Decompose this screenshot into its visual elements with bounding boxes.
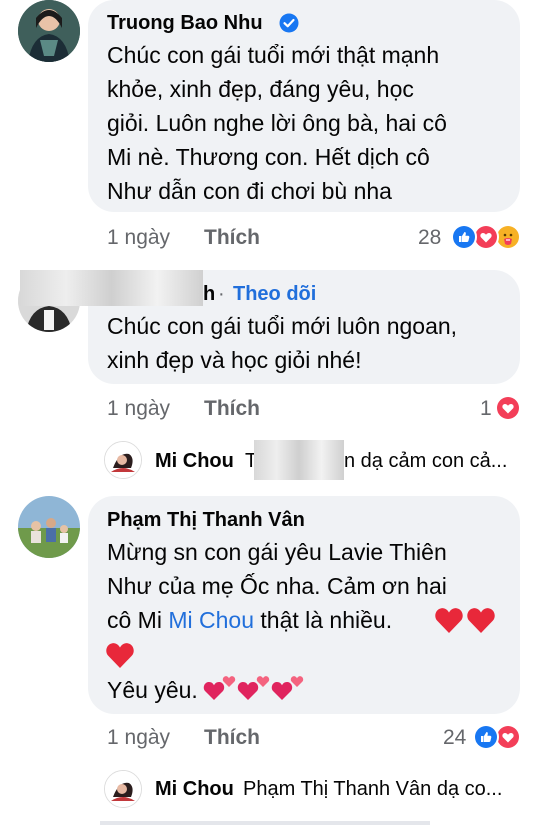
follow-button[interactable]: Theo dõi <box>233 283 316 306</box>
red-heart-emoji-icon <box>466 606 496 639</box>
comment-text-line: giỏi. Luôn nghe lời ông bà, hai cô <box>107 110 447 136</box>
two-hearts-emoji-icon <box>202 672 238 707</box>
comment-text-line: Chúc con gái tuổi mới thật mạnh <box>107 42 440 68</box>
reply-text[interactable]: Phạm Thị Thanh Vân dạ co... <box>243 778 502 801</box>
comment-text-fragment: cô Mi <box>107 607 169 633</box>
comment-author[interactable]: h <box>203 283 215 306</box>
comment-text-line: khỏe, xinh đẹp, đáng yêu, học <box>107 76 414 102</box>
separator-dot: · <box>218 283 225 305</box>
comment-text-line: Mừng sn con gái yêu Lavie Thiên <box>107 539 447 565</box>
like-button[interactable]: Thích <box>204 726 260 750</box>
reply-author[interactable]: Mi Chou <box>155 778 234 801</box>
love-icon <box>495 395 521 421</box>
avatar-photo <box>18 496 80 558</box>
avatar[interactable] <box>18 496 80 558</box>
reply-avatar[interactable] <box>104 441 142 479</box>
mention-link[interactable]: Mi Chou <box>168 607 254 633</box>
comment-time[interactable]: 1 ngày <box>107 726 170 750</box>
comment-author[interactable]: Phạm Thị Thanh Vân <box>107 509 305 532</box>
comment-time[interactable]: 1 ngày <box>107 397 170 421</box>
like-button[interactable]: Thích <box>204 397 260 421</box>
reaction-count[interactable]: 24 <box>443 726 466 750</box>
two-hearts-emoji-icon <box>236 672 272 707</box>
blurred-name <box>254 440 344 480</box>
comment-text-fragment: thật là nhiều. <box>254 607 393 633</box>
reaction-count[interactable]: 1 <box>480 397 492 421</box>
like-icon <box>451 224 477 250</box>
comment-text-line: xinh đẹp và học giỏi nhé! <box>107 347 362 373</box>
comment-author[interactable]: Truong Bao Nhu <box>107 12 263 35</box>
comment-text-line: Như dẫn con đi chơi bù nha <box>107 178 392 204</box>
reply-author[interactable]: Mi Chou <box>155 450 234 473</box>
comment-text-line: cô Mi Mi Chou thật là nhiều. <box>107 603 392 637</box>
avatar[interactable] <box>18 0 80 62</box>
blurred-author-name <box>20 270 203 306</box>
red-heart-emoji-icon <box>434 606 464 639</box>
like-icon <box>473 724 499 750</box>
reply-avatar[interactable] <box>104 770 142 808</box>
comment-text-line: Mi nè. Thương con. Hết dịch cô <box>107 144 430 170</box>
reply-text[interactable]: n dạ cảm con cả... <box>344 450 507 473</box>
red-heart-emoji-icon <box>105 641 135 674</box>
comment-text-line: Yêu yêu. <box>107 677 198 703</box>
comment-text-line: Chúc con gái tuổi mới luôn ngoan, <box>107 313 458 339</box>
two-hearts-emoji-icon <box>270 672 306 707</box>
avatar-photo <box>105 771 141 807</box>
comment-text-line: Như của mẹ Ốc nha. Cảm ơn hai <box>107 573 447 599</box>
like-button[interactable]: Thích <box>204 226 260 250</box>
verified-badge-icon <box>279 13 299 38</box>
avatar-photo <box>105 442 141 478</box>
avatar-photo <box>18 0 80 62</box>
reaction-count[interactable]: 28 <box>418 226 441 250</box>
comment-time[interactable]: 1 ngày <box>107 226 170 250</box>
bottom-divider <box>0 821 540 825</box>
